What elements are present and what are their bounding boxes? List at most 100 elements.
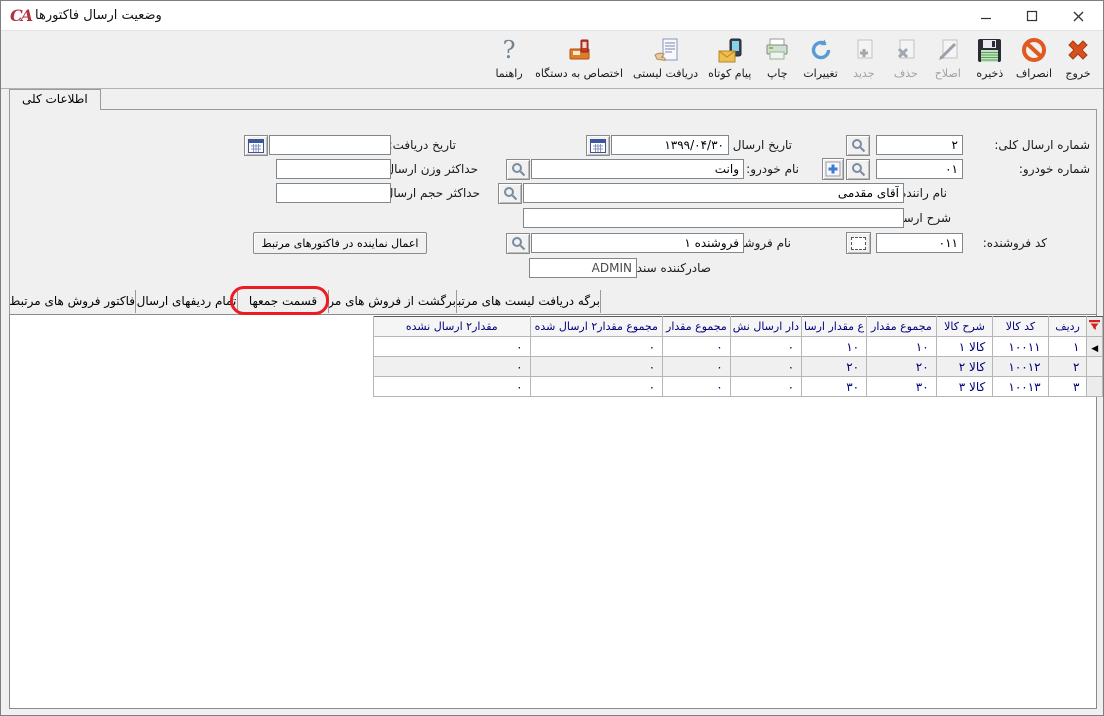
- toolbar-new-button[interactable]: جدید: [843, 35, 885, 87]
- column-header[interactable]: مجموع مقدار: [663, 317, 731, 337]
- cell[interactable]: ۰: [530, 337, 662, 357]
- cell[interactable]: ۳۰: [867, 377, 937, 397]
- receive-date-label: تاریخ دریافت:: [389, 138, 456, 152]
- cell[interactable]: کالا ۱: [936, 337, 993, 357]
- column-header[interactable]: ع مقدار ارسا: [802, 317, 867, 337]
- toolbar-assign-device-button[interactable]: اختصاص به دستگاه: [530, 35, 628, 87]
- cell[interactable]: ۱۰: [867, 337, 937, 357]
- minimize-button[interactable]: [963, 1, 1009, 31]
- tab-related-sales-invoices[interactable]: فاکتور فروش های مرتبط: [9, 290, 135, 313]
- max-volume-label: حداکثر حجم ارسال:: [381, 186, 480, 200]
- tab-all-send-rows[interactable]: تمام ردیفهای ارسال: [135, 290, 237, 313]
- vehicle-no-search-button[interactable]: [846, 159, 870, 180]
- cell[interactable]: ۰: [374, 337, 531, 357]
- seller-code-input[interactable]: [876, 233, 963, 253]
- column-header[interactable]: مقدار۲ ارسال نشده: [374, 317, 531, 337]
- cell[interactable]: ۳: [1048, 377, 1087, 397]
- column-header[interactable]: مجموع مقدار: [867, 317, 937, 337]
- driver-name-input[interactable]: [523, 183, 904, 203]
- vehicle-no-input[interactable]: [876, 159, 963, 179]
- receive-date-input[interactable]: [269, 135, 391, 155]
- vehicle-name-input[interactable]: [531, 159, 744, 179]
- cell[interactable]: ۰: [374, 377, 531, 397]
- toolbar-print-button[interactable]: چاپ: [756, 35, 798, 87]
- vehicle-name-search-button[interactable]: [506, 159, 530, 180]
- total-send-no-search-button[interactable]: [846, 135, 870, 156]
- max-volume-input[interactable]: [276, 183, 391, 203]
- maximize-button[interactable]: [1009, 1, 1055, 31]
- table-row[interactable]: ◀ ۱ ۱۰۰۱۱ کالا ۱ ۱۰ ۱۰ ۰ ۰ ۰ ۰: [374, 337, 1103, 357]
- cell[interactable]: ۰: [663, 337, 731, 357]
- toolbar-receive-list-button[interactable]: دریافت لیستی: [628, 35, 703, 87]
- cell[interactable]: ۱۰۰۱۱: [993, 337, 1048, 357]
- close-button[interactable]: [1055, 1, 1101, 31]
- send-desc-input[interactable]: [523, 208, 904, 228]
- toolbar-label: جدید: [853, 67, 874, 80]
- cell[interactable]: ۰: [663, 377, 731, 397]
- toolbar-label: پیام کوتاه: [708, 67, 751, 80]
- total-send-no-input[interactable]: [876, 135, 963, 155]
- toolbar-exit-button[interactable]: خروج: [1057, 35, 1099, 87]
- toolbar-help-button[interactable]: ? راهنما: [488, 35, 530, 87]
- tab-general-info[interactable]: اطلاعات کلی: [9, 89, 101, 110]
- toolbar-delete-button[interactable]: حذف: [885, 35, 927, 87]
- table-header-row: ردیف کد کالا شرح کالا مجموع مقدار ع مقدا…: [374, 317, 1103, 337]
- toolbar-changes-button[interactable]: تغییرات: [798, 35, 843, 87]
- receive-list-icon: [653, 35, 679, 65]
- toolbar-label: چاپ: [767, 67, 788, 80]
- max-weight-input[interactable]: [276, 159, 391, 179]
- current-record-marker: ◀: [1091, 344, 1098, 354]
- vehicle-add-button[interactable]: [822, 158, 844, 180]
- search-icon: [511, 236, 526, 251]
- cell[interactable]: ۰: [530, 377, 662, 397]
- filter-header-cell[interactable]: [1087, 317, 1103, 337]
- cell[interactable]: ۰: [374, 357, 531, 377]
- cell[interactable]: کالا ۲: [936, 357, 993, 377]
- cell[interactable]: ۰: [530, 357, 662, 377]
- doc-issuer-input[interactable]: [529, 258, 637, 278]
- cell[interactable]: ۳۰: [802, 377, 867, 397]
- table-row[interactable]: ۳ ۱۰۰۱۳ کالا ۳ ۳۰ ۳۰ ۰ ۰ ۰ ۰: [374, 377, 1103, 397]
- column-header[interactable]: ردیف: [1048, 317, 1087, 337]
- search-icon: [851, 162, 866, 177]
- cell[interactable]: ۰: [730, 357, 801, 377]
- cell[interactable]: ۱۰۰۱۳: [993, 377, 1048, 397]
- table-row[interactable]: ۲ ۱۰۰۱۲ کالا ۲ ۲۰ ۲۰ ۰ ۰ ۰ ۰: [374, 357, 1103, 377]
- row-selector[interactable]: [1087, 377, 1103, 397]
- cell[interactable]: ۱۰: [802, 337, 867, 357]
- tab-related-receive-sheets[interactable]: برگه دریافت لیست های مرتبط: [456, 290, 601, 313]
- cell[interactable]: ۰: [730, 337, 801, 357]
- seller-name-search-button[interactable]: [506, 233, 530, 254]
- apply-agent-button[interactable]: اعمال نماینده در فاکتورهای مرتبط: [253, 232, 427, 254]
- changes-icon: [808, 35, 834, 65]
- toolbar-cancel-button[interactable]: انصراف: [1011, 35, 1057, 87]
- cell[interactable]: ۲: [1048, 357, 1087, 377]
- cell[interactable]: ۲۰: [802, 357, 867, 377]
- cell[interactable]: ۲۰: [867, 357, 937, 377]
- driver-name-search-button[interactable]: [498, 183, 522, 204]
- column-header[interactable]: دار ارسال نش: [730, 317, 801, 337]
- seller-code-select-button[interactable]: [846, 232, 871, 254]
- total-send-date-calendar-button[interactable]: [586, 135, 610, 156]
- totals-table: ردیف کد کالا شرح کالا مجموع مقدار ع مقدا…: [373, 316, 1103, 397]
- toolbar-edit-button[interactable]: اصلاح: [927, 35, 969, 87]
- row-selector[interactable]: ◀: [1087, 337, 1103, 357]
- column-header[interactable]: شرح کالا: [936, 317, 993, 337]
- seller-name-input[interactable]: [531, 233, 744, 253]
- cell[interactable]: ۰: [730, 377, 801, 397]
- toolbar-sms-button[interactable]: پیام کوتاه: [703, 35, 756, 87]
- receive-date-calendar-button[interactable]: [244, 135, 268, 156]
- edit-icon: [935, 35, 961, 65]
- tab-related-sales-returns[interactable]: برگشت از فروش های مرتبط: [328, 290, 456, 313]
- total-send-date-input[interactable]: [611, 135, 729, 155]
- cell[interactable]: ۱: [1048, 337, 1087, 357]
- search-icon: [851, 138, 866, 153]
- column-header[interactable]: کد کالا: [993, 317, 1048, 337]
- row-selector[interactable]: [1087, 357, 1103, 377]
- column-header[interactable]: مجموع مقدار۲ ارسال شده: [530, 317, 662, 337]
- toolbar-label: تغییرات: [803, 67, 838, 80]
- cell[interactable]: ۰: [663, 357, 731, 377]
- toolbar-save-button[interactable]: ذخیره: [969, 35, 1011, 87]
- cell[interactable]: ۱۰۰۱۲: [993, 357, 1048, 377]
- cell[interactable]: کالا ۳: [936, 377, 993, 397]
